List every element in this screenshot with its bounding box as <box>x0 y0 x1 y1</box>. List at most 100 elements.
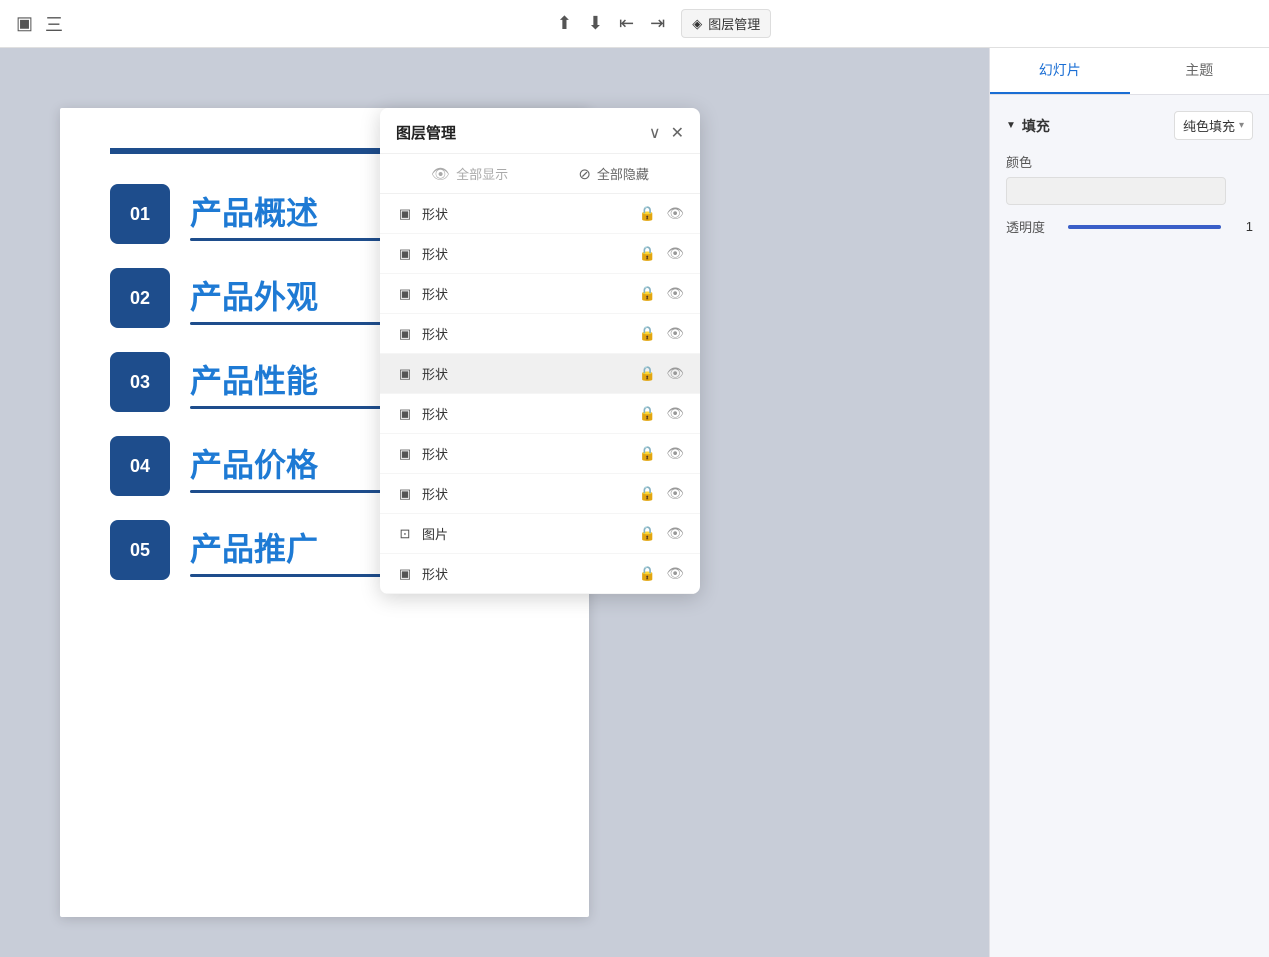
opacity-slider[interactable] <box>1068 225 1221 229</box>
slide-item-number-3: 03 <box>110 352 170 412</box>
fill-section: ▼ 填充 纯色填充 ▾ 颜色 透明度 <box>1006 111 1253 236</box>
layer-item-controls-2: 🔒 👁 <box>639 285 684 302</box>
color-section: 颜色 <box>1006 152 1253 205</box>
toolbar-center: ⬆ ⬇ ⇤ ⇥ ◈ 图层管理 <box>75 9 1253 38</box>
layer-panel-collapse-icon[interactable]: ∨ <box>649 123 661 143</box>
lock-icon-5[interactable]: 🔒 <box>639 405 656 422</box>
eye-icon-1[interactable]: 👁 <box>666 245 684 262</box>
eye-icon-8[interactable]: 👁 <box>666 525 684 542</box>
layer-item-name-1: 形状 <box>422 244 639 263</box>
layer-item-3[interactable]: ▣ 形状 🔒 👁 <box>380 314 700 354</box>
tab-theme[interactable]: 主题 <box>1130 48 1269 94</box>
layer-item-controls-3: 🔒 👁 <box>639 325 684 342</box>
lock-icon-1[interactable]: 🔒 <box>639 245 656 262</box>
fill-type-caret-icon: ▾ <box>1239 120 1244 131</box>
color-box-row <box>1006 177 1253 205</box>
opacity-row: 透明度 1 <box>1006 217 1253 236</box>
layer-item-name-9: 形状 <box>422 564 639 583</box>
fill-type-select[interactable]: 纯色填充 ▾ <box>1174 111 1253 140</box>
layer-item-7[interactable]: ▣ 形状 🔒 👁 <box>380 474 700 514</box>
layer-item-controls-1: 🔒 👁 <box>639 245 684 262</box>
layer-item-8[interactable]: ⊡ 图片 🔒 👁 <box>380 514 700 554</box>
move-up-icon[interactable]: ⬆ <box>557 13 572 34</box>
eye-icon-9[interactable]: 👁 <box>666 565 684 582</box>
layer-item-name-0: 形状 <box>422 204 639 223</box>
layer-item-name-7: 形状 <box>422 484 639 503</box>
color-picker-box[interactable] <box>1006 177 1226 205</box>
lock-icon-2[interactable]: 🔒 <box>639 285 656 302</box>
layer-item-5[interactable]: ▣ 形状 🔒 👁 <box>380 394 700 434</box>
fill-chevron-icon: ▼ <box>1006 120 1016 131</box>
eye-icon-0[interactable]: 👁 <box>666 205 684 222</box>
eye-icon-5[interactable]: 👁 <box>666 405 684 422</box>
eye-icon-7[interactable]: 👁 <box>666 485 684 502</box>
show-all-label: 全部显示 <box>456 164 508 183</box>
shape-icon-1: ▣ <box>396 245 414 263</box>
eye-icon-6[interactable]: 👁 <box>666 445 684 462</box>
layer-item-controls-4: 🔒 👁 <box>639 365 684 382</box>
menu-icon[interactable]: ▣ <box>16 13 33 34</box>
lock-icon-9[interactable]: 🔒 <box>639 565 656 582</box>
tab-slideshow[interactable]: 幻灯片 <box>990 48 1130 94</box>
hide-all-label: 全部隐藏 <box>597 164 649 183</box>
layer-item-controls-6: 🔒 👁 <box>639 445 684 462</box>
layer-item-controls-0: 🔒 👁 <box>639 205 684 222</box>
lock-icon-6[interactable]: 🔒 <box>639 445 656 462</box>
move-down-icon[interactable]: ⬇ <box>588 13 603 34</box>
layer-panel-actions: ∨ ✕ <box>649 123 684 143</box>
toolbar-left: ▣ 三 <box>16 11 63 37</box>
lock-icon-4[interactable]: 🔒 <box>639 365 656 382</box>
shape-icon-0: ▣ <box>396 205 414 223</box>
right-sidebar: 幻灯片 主题 ▼ 填充 纯色填充 ▾ 颜色 <box>989 48 1269 957</box>
toolbar: ▣ 三 ⬆ ⬇ ⇤ ⇥ ◈ 图层管理 <box>0 0 1269 48</box>
layer-item-name-3: 形状 <box>422 324 639 343</box>
opacity-value: 1 <box>1233 219 1253 234</box>
layer-item-controls-8: 🔒 👁 <box>639 525 684 542</box>
eye-icon-2[interactable]: 👁 <box>666 285 684 302</box>
layer-item-controls-7: 🔒 👁 <box>639 485 684 502</box>
slide-item-number-1: 01 <box>110 184 170 244</box>
canvas-area: 仅 游 戏 .com 01 产品概述 02 产品外观 <box>0 48 989 957</box>
lock-icon-0[interactable]: 🔒 <box>639 205 656 222</box>
layer-management-label: 图层管理 <box>708 14 760 33</box>
eye-icon-4[interactable]: 👁 <box>666 365 684 382</box>
show-all-button[interactable]: 👁 全部显示 <box>431 164 508 183</box>
fill-type-value: 纯色填充 <box>1183 116 1235 135</box>
lock-icon-7[interactable]: 🔒 <box>639 485 656 502</box>
shape-icon-6: ▣ <box>396 445 414 463</box>
move-to-top-icon[interactable]: ⇤ <box>619 13 634 34</box>
shape-icon-9: ▣ <box>396 565 414 583</box>
lock-icon-3[interactable]: 🔒 <box>639 325 656 342</box>
main-area: 仅 游 戏 .com 01 产品概述 02 产品外观 <box>0 48 1269 957</box>
layer-item-1[interactable]: ▣ 形状 🔒 👁 <box>380 234 700 274</box>
fill-type-row: ▼ 填充 纯色填充 ▾ <box>1006 111 1253 140</box>
eye-open-icon: 👁 <box>431 165 450 183</box>
image-icon-8: ⊡ <box>396 525 414 543</box>
color-label: 颜色 <box>1006 152 1253 171</box>
layer-item-2[interactable]: ▣ 形状 🔒 👁 <box>380 274 700 314</box>
layer-panel-close-icon[interactable]: ✕ <box>671 123 684 143</box>
layer-management-button[interactable]: ◈ 图层管理 <box>681 9 771 38</box>
layer-item-name-4: 形状 <box>422 364 639 383</box>
slide-item-number-4: 04 <box>110 436 170 496</box>
lock-icon-8[interactable]: 🔒 <box>639 525 656 542</box>
move-to-bottom-icon[interactable]: ⇥ <box>650 13 665 34</box>
shape-icon-2: ▣ <box>396 285 414 303</box>
fill-section-title: ▼ 填充 <box>1006 116 1050 136</box>
layer-item-9[interactable]: ▣ 形状 🔒 👁 <box>380 554 700 594</box>
layer-item-controls-5: 🔒 👁 <box>639 405 684 422</box>
layer-item-0[interactable]: ▣ 形状 🔒 👁 <box>380 194 700 234</box>
shape-icon-4: ▣ <box>396 365 414 383</box>
layer-panel-header: 图层管理 ∨ ✕ <box>380 108 700 154</box>
hide-all-button[interactable]: ⊘ 全部隐藏 <box>578 164 649 183</box>
layers-icon: ◈ <box>692 16 702 32</box>
slide-item-number-5: 05 <box>110 520 170 580</box>
layer-item-6[interactable]: ▣ 形状 🔒 👁 <box>380 434 700 474</box>
layer-item-4[interactable]: ▣ 形状 🔒 👁 <box>380 354 700 394</box>
eye-icon-3[interactable]: 👁 <box>666 325 684 342</box>
layer-item-controls-9: 🔒 👁 <box>639 565 684 582</box>
list-icon[interactable]: 三 <box>45 11 63 37</box>
slide-item-number-2: 02 <box>110 268 170 328</box>
shape-icon-3: ▣ <box>396 325 414 343</box>
right-tabs: 幻灯片 主题 <box>990 48 1269 95</box>
